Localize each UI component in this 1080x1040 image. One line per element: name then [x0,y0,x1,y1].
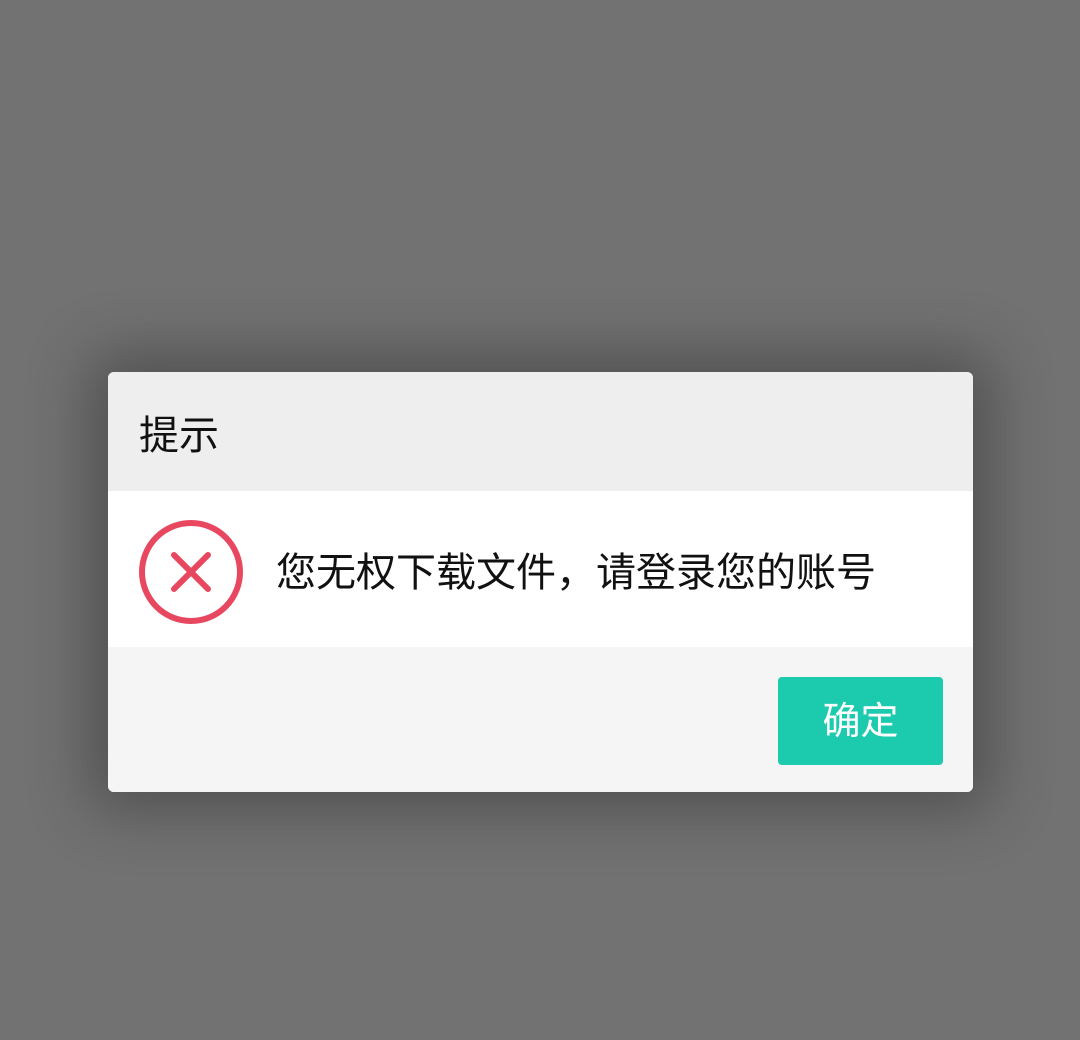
confirm-button[interactable]: 确定 [778,677,943,765]
dialog-footer: 确定 [108,647,973,792]
dialog-title: 提示 [139,413,219,459]
dialog-body: 您无权下载文件，请登录您的账号 [108,491,973,647]
dialog-header: 提示 [108,372,973,491]
error-circle-x-icon [139,520,243,624]
alert-dialog: 提示 您无权下载文件，请登录您的账号 确定 [108,372,973,792]
dialog-message: 您无权下载文件，请登录您的账号 [276,550,876,596]
